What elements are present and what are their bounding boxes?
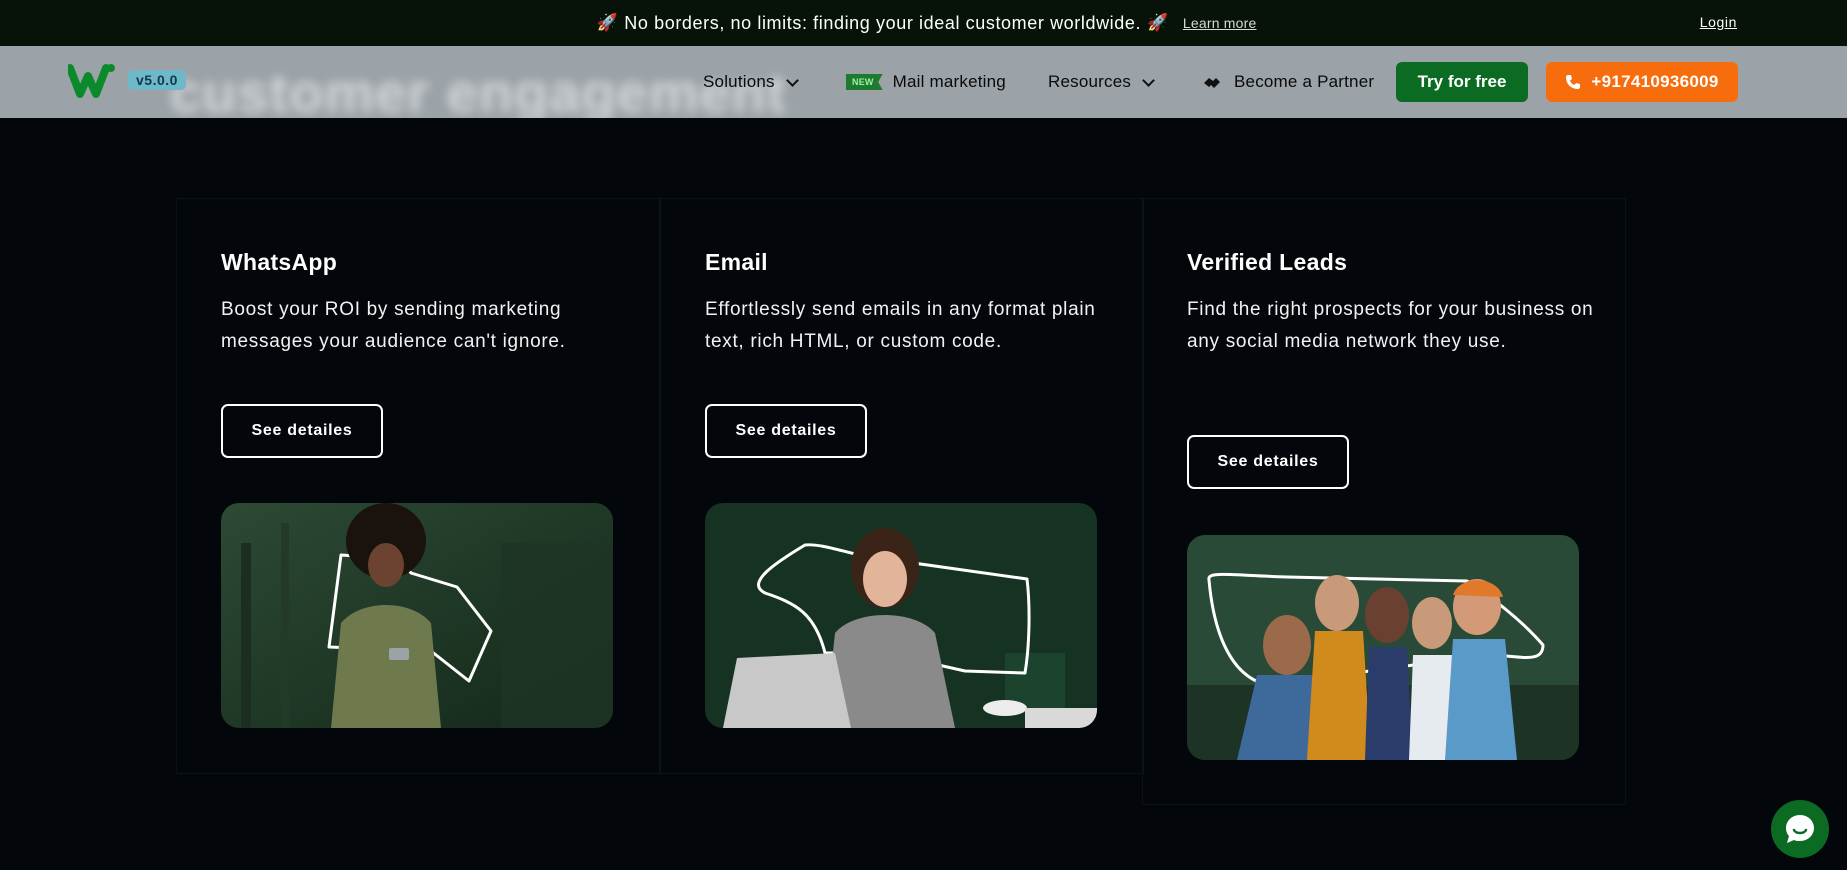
email-card: Email Effortlessly send emails in any fo… — [660, 198, 1144, 774]
verified-leads-see-details-button[interactable]: See detailes — [1187, 435, 1349, 489]
announcement-bar: 🚀 No borders, no limits: finding your id… — [0, 0, 1847, 46]
announcement-text: No borders, no limits: finding your idea… — [624, 12, 1142, 33]
nav-solutions-label: Solutions — [703, 72, 775, 91]
new-badge: NEW — [846, 74, 883, 90]
nav-become-partner[interactable]: Become a Partner — [1202, 72, 1374, 92]
nav-mail-marketing-label: Mail marketing — [892, 72, 1006, 91]
phone-icon — [1566, 75, 1581, 89]
chevron-down-icon — [785, 73, 799, 87]
version-badge: v5.0.0 — [128, 70, 186, 90]
chevron-down-icon — [1142, 73, 1155, 87]
chat-button[interactable] — [1771, 800, 1829, 858]
rocket-icon: 🚀 — [1147, 13, 1169, 32]
nav-resources-label: Resources — [1048, 72, 1132, 91]
card-description: Boost your ROI by sending marketing mess… — [221, 299, 566, 352]
login-link[interactable]: Login — [1700, 14, 1737, 30]
nav-resources[interactable]: Resources — [1048, 72, 1155, 92]
woman-with-laptop-illustration — [705, 503, 1097, 728]
verified-leads-image — [1187, 535, 1579, 760]
main-nav: customer engagement v5.0.0 Solutions NEW… — [0, 46, 1847, 118]
call-phone-button[interactable]: +917410936009 — [1546, 62, 1738, 102]
card-title: WhatsApp — [221, 249, 338, 275]
verified-leads-card: Verified Leads Find the right prospects … — [1142, 198, 1626, 805]
nav-solutions[interactable]: Solutions — [703, 72, 799, 92]
card-title: Verified Leads — [1187, 249, 1348, 275]
rocket-icon: 🚀 — [596, 13, 619, 32]
person-using-phone-illustration — [221, 503, 613, 728]
nav-mail-marketing[interactable]: NEW Mail marketing — [846, 72, 1006, 92]
chat-icon — [1786, 815, 1814, 843]
card-title: Email — [705, 249, 768, 275]
logo-icon[interactable] — [68, 60, 116, 102]
group-of-friends-illustration — [1187, 535, 1579, 760]
nav-become-partner-label: Become a Partner — [1234, 72, 1375, 91]
whatsapp-card: WhatsApp Boost your ROI by sending marke… — [176, 198, 660, 774]
email-image — [705, 503, 1097, 728]
try-for-free-button[interactable]: Try for free — [1396, 62, 1528, 102]
whatsapp-image — [221, 503, 613, 728]
phone-number: +917410936009 — [1591, 72, 1719, 91]
card-description: Effortlessly send emails in any format p… — [705, 299, 1096, 352]
email-see-details-button[interactable]: See detailes — [705, 404, 867, 458]
handshake-icon — [1204, 78, 1220, 88]
card-description: Find the right prospects for your busine… — [1187, 299, 1594, 352]
learn-more-link[interactable]: Learn more — [1183, 15, 1257, 31]
background-heading: customer engagement — [170, 61, 787, 118]
whatsapp-see-details-button[interactable]: See detailes — [221, 404, 383, 458]
